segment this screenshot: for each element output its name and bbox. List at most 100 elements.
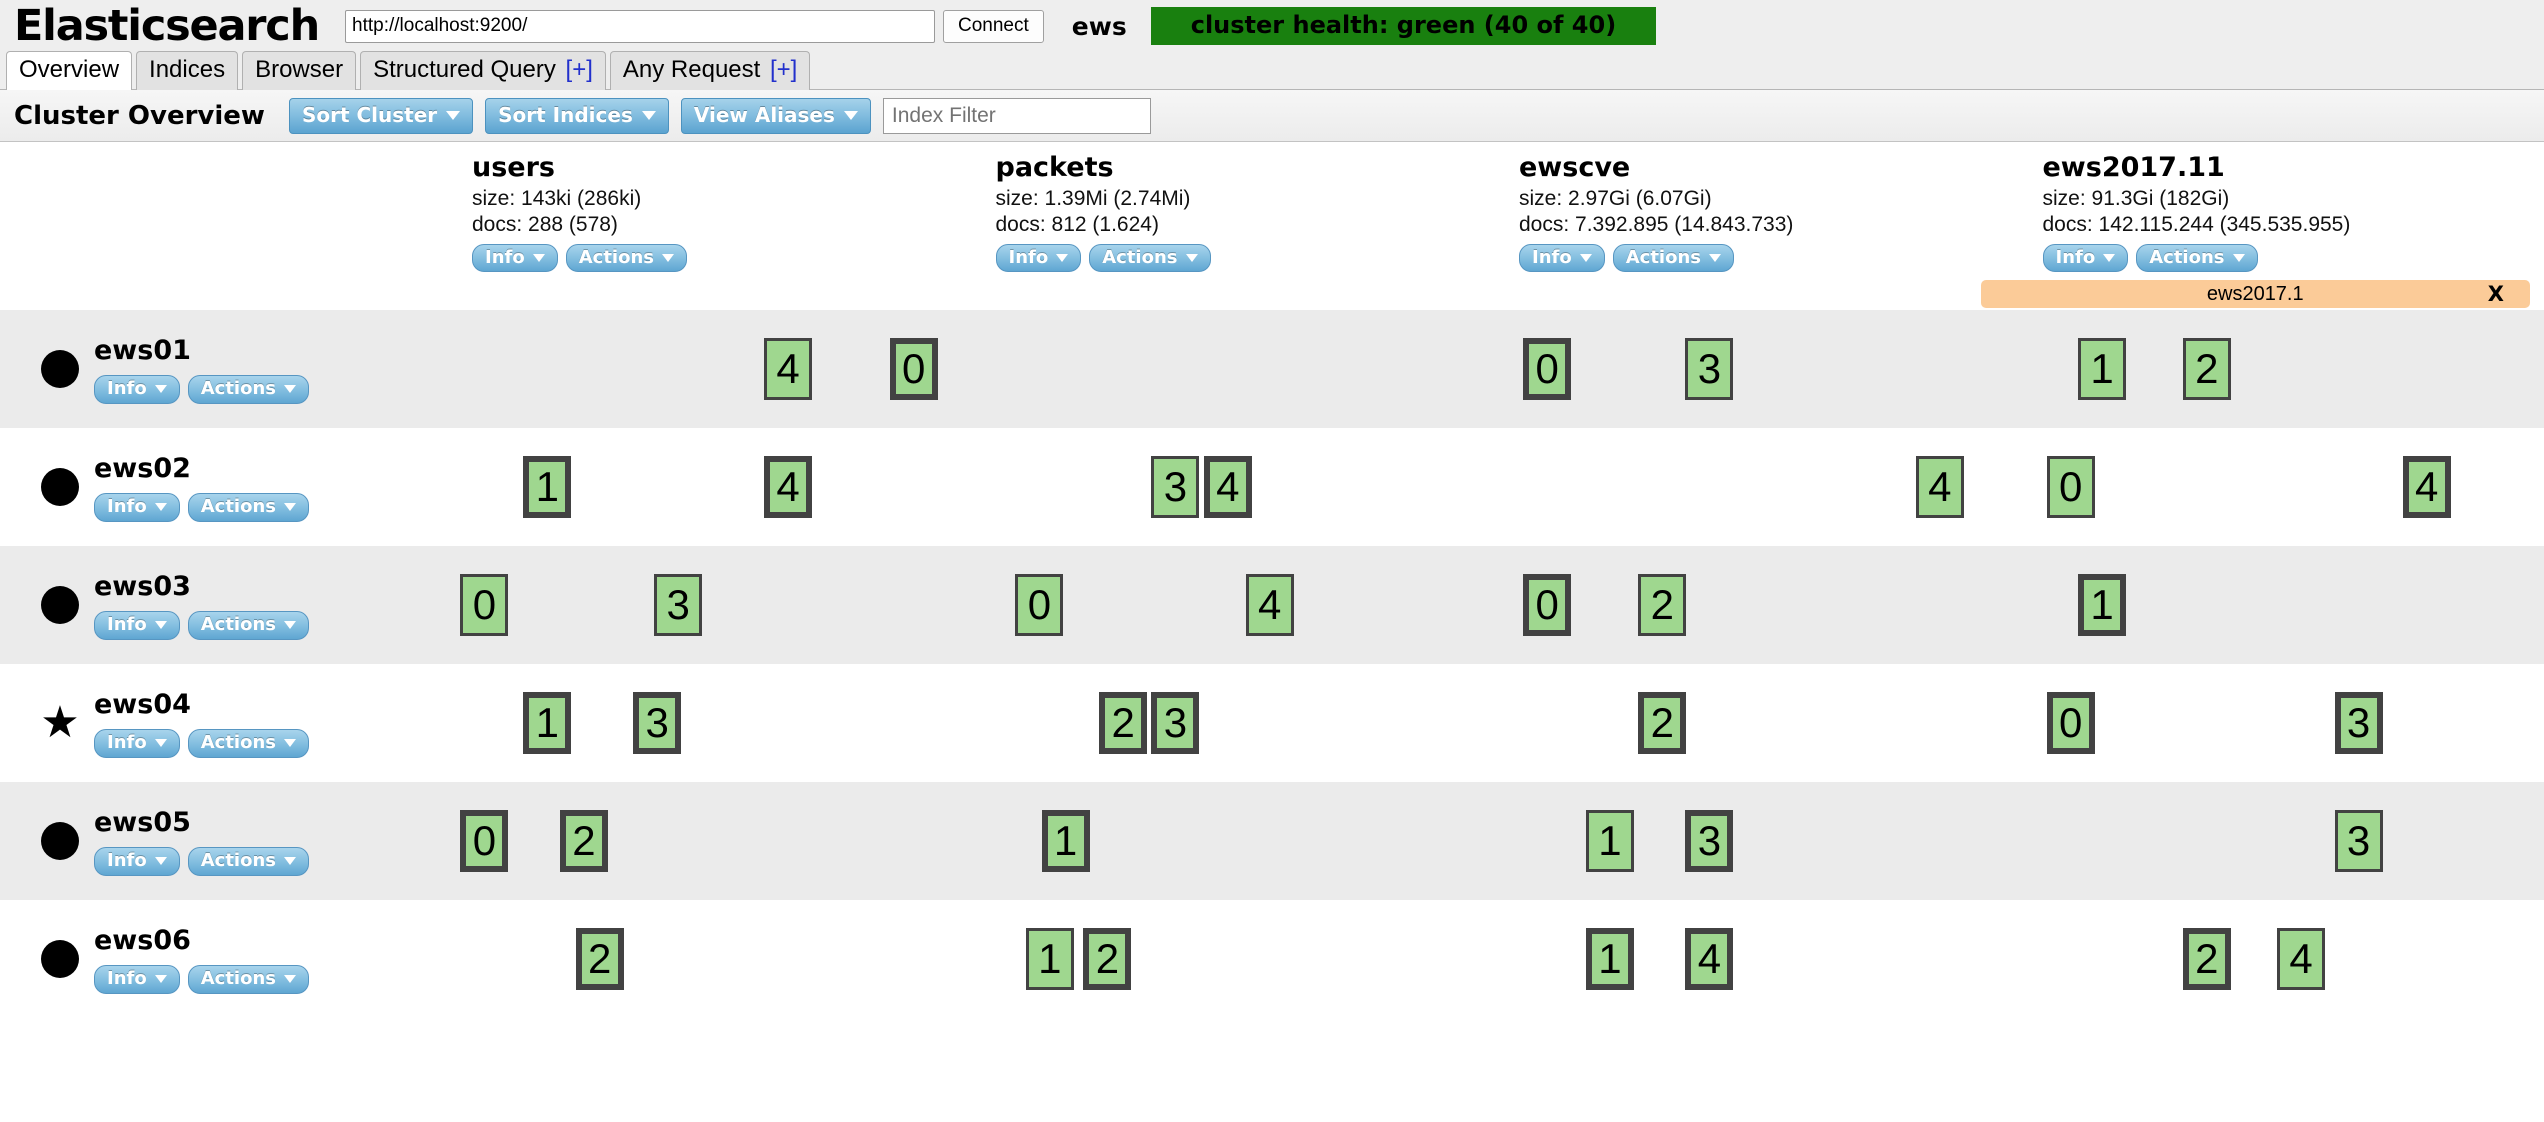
shard-primary[interactable]: 1 bbox=[523, 456, 572, 519]
alias-badge[interactable]: ews2017.1 X bbox=[1980, 280, 2530, 309]
shard-slot: 1 bbox=[523, 664, 572, 782]
shard-primary[interactable]: 3 bbox=[2334, 692, 2383, 755]
shard-primary[interactable]: 3 bbox=[1151, 692, 1200, 755]
shard-replica[interactable]: 4 bbox=[2277, 928, 2325, 991]
shard-cell-packets bbox=[974, 310, 1498, 428]
connect-button[interactable]: Connect bbox=[943, 9, 1044, 43]
sort-cluster-button[interactable]: Sort Cluster bbox=[288, 97, 474, 134]
shard-primary[interactable]: 0 bbox=[2046, 692, 2095, 755]
shard-primary[interactable]: 1 bbox=[1585, 928, 1634, 991]
shard-replica[interactable]: 0 bbox=[2046, 456, 2095, 519]
shard-primary[interactable]: 1 bbox=[1041, 810, 1090, 873]
index-actions-button[interactable]: Actions bbox=[1612, 243, 1734, 273]
shard-replica[interactable]: 1 bbox=[1585, 810, 1634, 873]
shard-primary[interactable]: 2 bbox=[1099, 692, 1148, 755]
node-button-row: Info Actions bbox=[94, 493, 309, 522]
shard-slot: 0 bbox=[889, 310, 938, 428]
shard-replica[interactable]: 1 bbox=[2078, 338, 2127, 401]
shard-replica[interactable]: 1 bbox=[1025, 928, 1074, 991]
node-name: ews05 bbox=[94, 806, 191, 838]
node-actions-button[interactable]: Actions bbox=[187, 847, 309, 876]
chevron-down-icon bbox=[662, 253, 674, 262]
cluster-url-input[interactable] bbox=[345, 9, 935, 43]
tab-indices[interactable]: Indices bbox=[136, 50, 239, 90]
tab-expand-icon[interactable]: [+] bbox=[770, 56, 797, 83]
node-info-button[interactable]: Info bbox=[94, 965, 180, 994]
index-size: size: 1.39Mi (2.74Mi) bbox=[995, 186, 1191, 210]
index-info-button[interactable]: Info bbox=[1519, 243, 1605, 273]
index-docs: docs: 7.392.895 (14.843.733) bbox=[1519, 213, 1794, 237]
shard-primary[interactable]: 4 bbox=[1685, 928, 1734, 991]
node-info-button[interactable]: Info bbox=[94, 375, 180, 404]
node-info-button[interactable]: Info bbox=[94, 611, 180, 640]
chevron-down-icon bbox=[641, 110, 656, 120]
shard-replica[interactable]: 2 bbox=[1638, 574, 1687, 637]
close-icon[interactable]: X bbox=[2488, 282, 2504, 306]
tab-overview[interactable]: Overview bbox=[6, 50, 133, 90]
shard-replica[interactable]: 0 bbox=[1015, 574, 1064, 637]
index-info-button[interactable]: Info bbox=[472, 243, 558, 273]
sort-indices-button[interactable]: Sort Indices bbox=[485, 97, 669, 134]
index-filter-input[interactable] bbox=[882, 97, 1151, 134]
node-info-button[interactable]: Info bbox=[94, 493, 180, 522]
shard-slot: 3 bbox=[2334, 664, 2383, 782]
page-title: Cluster Overview bbox=[14, 100, 265, 131]
index-actions-button[interactable]: Actions bbox=[565, 243, 687, 273]
shard-replica[interactable]: 3 bbox=[1151, 456, 1200, 519]
chevron-down-icon bbox=[446, 110, 461, 120]
shard-slot: 0 bbox=[2046, 664, 2095, 782]
node-name: ews06 bbox=[94, 924, 191, 956]
shard-replica[interactable]: 0 bbox=[460, 574, 509, 637]
shard-primary[interactable]: 0 bbox=[1523, 338, 1572, 401]
shard-primary[interactable]: 2 bbox=[2182, 928, 2231, 991]
node-info: ews06 Info Actions bbox=[94, 925, 309, 994]
chevron-down-icon bbox=[154, 503, 167, 512]
shard-primary[interactable]: 4 bbox=[2402, 456, 2451, 519]
shard-primary[interactable]: 2 bbox=[575, 928, 624, 991]
node-actions-button[interactable]: Actions bbox=[187, 965, 309, 994]
shard-primary[interactable]: 3 bbox=[633, 692, 682, 755]
node-button-row: Info Actions bbox=[94, 965, 309, 994]
node-actions-button[interactable]: Actions bbox=[187, 611, 309, 640]
index-info-button[interactable]: Info bbox=[995, 243, 1082, 273]
shard-primary[interactable]: 0 bbox=[1523, 574, 1572, 637]
node-actions-button[interactable]: Actions bbox=[187, 375, 309, 404]
circle-icon bbox=[26, 822, 94, 861]
shard-replica[interactable]: 4 bbox=[764, 338, 813, 401]
shard-primary[interactable]: 2 bbox=[1083, 928, 1132, 991]
shard-primary[interactable]: 4 bbox=[764, 456, 813, 519]
shard-replica[interactable]: 4 bbox=[1245, 574, 1294, 637]
view-aliases-button[interactable]: View Aliases bbox=[680, 97, 871, 134]
shard-primary[interactable]: 1 bbox=[523, 692, 572, 755]
shard-primary[interactable]: 0 bbox=[889, 338, 938, 401]
node-info-button[interactable]: Info bbox=[94, 729, 180, 758]
shard-slot: 4 bbox=[764, 428, 813, 546]
shard-primary[interactable]: 1 bbox=[2078, 574, 2127, 637]
tab-structured-query[interactable]: Structured Query [+] bbox=[360, 50, 606, 90]
shard-replica[interactable]: 3 bbox=[2334, 810, 2383, 873]
shard-replica[interactable]: 4 bbox=[1915, 456, 1964, 519]
actions-label: Actions bbox=[1102, 246, 1178, 268]
node-actions-button[interactable]: Actions bbox=[187, 729, 309, 758]
shard-primary[interactable]: 2 bbox=[559, 810, 608, 873]
node-info-button[interactable]: Info bbox=[94, 847, 180, 876]
index-info-button[interactable]: Info bbox=[2042, 243, 2129, 273]
index-actions-button[interactable]: Actions bbox=[1089, 243, 1211, 273]
shard-replica[interactable]: 3 bbox=[654, 574, 703, 637]
index-actions-button[interactable]: Actions bbox=[2136, 243, 2258, 273]
shard-primary[interactable]: 0 bbox=[460, 810, 509, 873]
tab-any-request[interactable]: Any Request [+] bbox=[609, 50, 811, 90]
tab-expand-icon[interactable]: [+] bbox=[566, 56, 593, 83]
shard-cell-users: 40 bbox=[450, 310, 974, 428]
shard-primary[interactable]: 3 bbox=[1685, 810, 1734, 873]
shard-primary[interactable]: 2 bbox=[1638, 692, 1687, 755]
shard-replica[interactable]: 3 bbox=[1685, 338, 1734, 401]
shard-replica[interactable]: 2 bbox=[2182, 338, 2231, 401]
shard-primary[interactable]: 4 bbox=[1203, 456, 1252, 519]
chevron-down-icon bbox=[2232, 253, 2245, 262]
node-info: ews03 Info Actions bbox=[94, 571, 309, 640]
shard-cell-users: 2 bbox=[450, 900, 974, 1018]
shard-cell-packets: 04 bbox=[974, 546, 1498, 664]
tab-browser[interactable]: Browser bbox=[242, 50, 357, 90]
node-actions-button[interactable]: Actions bbox=[187, 493, 309, 522]
